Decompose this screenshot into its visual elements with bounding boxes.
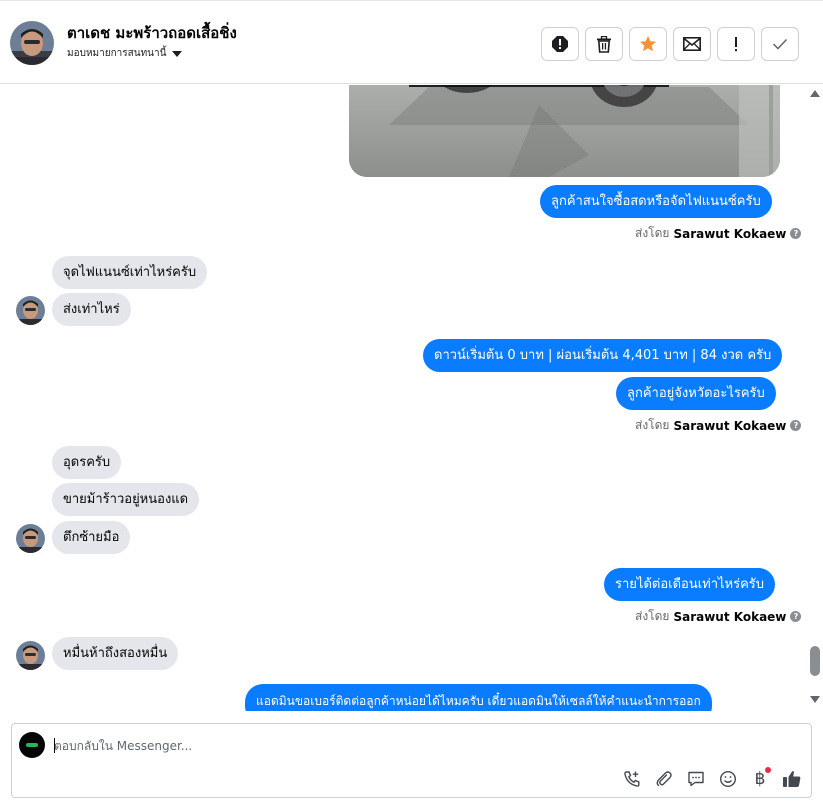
composer-tools: ฿: [621, 767, 803, 790]
help-icon[interactable]: ?: [790, 611, 802, 622]
envelope-icon: [683, 37, 701, 51]
contact-avatar[interactable]: [10, 21, 54, 65]
message-outgoing[interactable]: ดาวน์เริ่มต้น 0 บาท | ผ่อนเริ่มต้น 4,401…: [423, 339, 783, 372]
alert-octagon-icon: [552, 36, 568, 52]
message-text: ส่งเท่าไหร่: [63, 301, 120, 317]
help-icon[interactable]: ?: [790, 228, 802, 239]
message-text: ตึกซ้ายมือ: [63, 529, 120, 545]
message-outgoing[interactable]: ลูกค้าสนใจซื้อสดหรือจัดไฟแนนซ์ครับ: [540, 185, 772, 218]
sent-by-label: ส่งโดย Sarawut Kokaew ?: [635, 416, 802, 435]
checkmark-icon: [772, 38, 788, 50]
conversation-header: ตาเดช มะพร้าวถอดเสื้อชิ่ง มอบหมายการสนทน…: [0, 0, 823, 84]
paperclip-icon[interactable]: [653, 768, 675, 790]
contact-name[interactable]: ตาเดช มะพร้าวถอดเสื้อชิ่ง: [67, 21, 237, 45]
baht-icon[interactable]: ฿: [749, 767, 771, 790]
header-actions: [541, 27, 799, 61]
sent-by-prefix: ส่งโดย: [635, 418, 670, 432]
car-photo-attachment[interactable]: [349, 85, 780, 177]
message-text: รายได้ต่อเดือนเท่าไหร่ครับ: [615, 576, 765, 592]
message-incoming[interactable]: จุดไฟแนนซ์เท่าไหร่ครับ: [52, 256, 208, 289]
message-text: ขายม้าร้าวอยู่หนองแด: [63, 491, 189, 507]
message-outgoing[interactable]: รายได้ต่อเดือนเท่าไหร่ครับ: [604, 568, 776, 601]
message-text: ลูกค้าสนใจซื้อสดหรือจัดไฟแนนซ์ครับ: [551, 193, 761, 209]
page-avatar: [19, 732, 45, 758]
message-text: แอดมินขอเบอร์ติดต่อลูกค้าหน่อยได้ไหมครับ…: [256, 694, 701, 708]
message-incoming[interactable]: หมื่นห้าถึงสองหมื่น: [52, 637, 179, 670]
mark-unread-button[interactable]: [673, 27, 711, 61]
speech-bubble-icon[interactable]: [685, 768, 707, 790]
done-button[interactable]: [761, 27, 799, 61]
scrollbar-thumb[interactable]: [810, 646, 820, 676]
contact-avatar[interactable]: [16, 641, 45, 670]
reply-composer: ฿: [11, 723, 812, 798]
sender-name[interactable]: Sarawut Kokaew: [673, 419, 786, 433]
message-text: ลูกค้าอยู่จังหวัดอะไรครับ: [627, 385, 765, 401]
notification-dot: [765, 767, 771, 773]
contact-avatar[interactable]: [16, 296, 45, 325]
thumbs-up-icon[interactable]: [781, 768, 803, 790]
reply-input[interactable]: [54, 736, 554, 756]
star-icon: [640, 36, 656, 52]
call-add-icon[interactable]: [621, 768, 643, 790]
assign-conversation-dropdown[interactable]: มอบหมายการสนทนานี้: [67, 46, 183, 61]
sent-by-label: ส่งโดย Sarawut Kokaew ?: [635, 607, 802, 626]
message-text: ดาวน์เริ่มต้น 0 บาท | ผ่อนเริ่มต้น 4,401…: [434, 347, 772, 363]
chevron-down-icon: [172, 50, 183, 57]
message-outgoing[interactable]: ลูกค้าอยู่จังหวัดอะไรครับ: [616, 377, 776, 410]
message-incoming[interactable]: ส่งเท่าไหร่: [52, 293, 131, 326]
scroll-up-arrow-icon[interactable]: [810, 90, 820, 97]
message-thread[interactable]: ลูกค้าสนใจซื้อสดหรือจัดไฟแนนซ์ครับ ส่งโด…: [0, 85, 805, 711]
contact-avatar[interactable]: [16, 524, 45, 553]
message-text: อุดรครับ: [63, 454, 111, 470]
sent-by-prefix: ส่งโดย: [635, 609, 670, 623]
trash-icon: [597, 35, 611, 53]
star-button[interactable]: [629, 27, 667, 61]
delete-button[interactable]: [585, 27, 623, 61]
message-incoming[interactable]: อุดรครับ: [52, 446, 122, 479]
exclamation-icon: [735, 37, 737, 52]
scroll-down-arrow-icon[interactable]: [810, 696, 820, 703]
sender-name[interactable]: Sarawut Kokaew: [673, 227, 786, 241]
sent-by-prefix: ส่งโดย: [635, 226, 670, 240]
message-text: จุดไฟแนนซ์เท่าไหร่ครับ: [63, 264, 197, 280]
message-text: หมื่นห้าถึงสองหมื่น: [63, 645, 168, 661]
emoji-icon[interactable]: [717, 768, 739, 790]
help-icon[interactable]: ?: [790, 420, 802, 431]
follow-up-button[interactable]: [717, 27, 755, 61]
message-incoming[interactable]: ขายม้าร้าวอยู่หนองแด: [52, 483, 200, 516]
assign-label: มอบหมายการสนทนานี้: [67, 48, 167, 59]
message-outgoing[interactable]: แอดมินขอเบอร์ติดต่อลูกค้าหน่อยได้ไหมครับ…: [245, 684, 712, 711]
mark-spam-button[interactable]: [541, 27, 579, 61]
sent-by-label: ส่งโดย Sarawut Kokaew ?: [635, 224, 802, 243]
message-incoming[interactable]: ตึกซ้ายมือ: [52, 521, 131, 554]
sender-name[interactable]: Sarawut Kokaew: [673, 610, 786, 624]
